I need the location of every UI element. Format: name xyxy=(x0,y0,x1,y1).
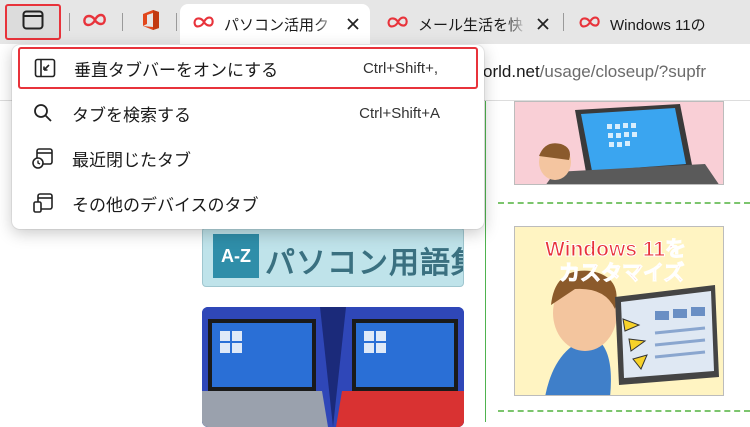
menu-item-label: その他のデバイスのタブ xyxy=(72,195,259,215)
pinned-tab-office[interactable] xyxy=(132,6,170,38)
glossary-banner[interactable]: A-Z パソコン用語集 xyxy=(202,227,464,287)
tab-separator xyxy=(122,13,123,31)
tab-actions-button[interactable] xyxy=(5,4,61,40)
menu-item-recently-closed-tabs[interactable]: 最近閉じたタブ xyxy=(18,137,478,179)
tab[interactable]: Windows 11の xyxy=(566,4,750,44)
fmv-logo-icon xyxy=(82,11,108,34)
menu-item-search-tabs[interactable]: タブを検索する Ctrl+Shift+A xyxy=(18,92,478,134)
menu-item-tabs-from-other-devices[interactable]: その他のデバイスのタブ xyxy=(18,182,478,224)
tab-title: メール生活を快 xyxy=(418,16,524,34)
vertical-tabs-icon xyxy=(22,10,44,35)
glossary-badge: A-Z xyxy=(213,234,259,278)
other-devices-icon xyxy=(32,192,54,214)
pinned-tab-fmv[interactable] xyxy=(76,6,114,38)
fmv-logo-icon xyxy=(192,14,216,34)
tab[interactable]: メール生活を快 xyxy=(374,4,560,44)
menu-item-label: タブを検索する xyxy=(72,105,191,125)
menu-item-shortcut: Ctrl+Shift+A xyxy=(359,104,440,122)
promo-text-line-2: カスタマイズ xyxy=(558,262,685,286)
laptop-photo[interactable] xyxy=(202,307,464,427)
article-thumbnail-windows11-customize[interactable]: Windows 11を カスタマイズ xyxy=(514,226,724,396)
tab-separator xyxy=(176,13,177,31)
tab-separator xyxy=(563,13,564,31)
tab-strip: パソコン活用ク メール生活を快 Windows 11の xyxy=(0,0,750,44)
vertical-tabs-icon xyxy=(34,57,56,79)
office-logo-icon xyxy=(141,9,161,36)
section-divider xyxy=(498,410,750,412)
address-bar-url[interactable]: orld.net/usage/closeup/?supfr xyxy=(483,62,706,82)
search-icon xyxy=(32,102,54,124)
close-icon[interactable] xyxy=(534,15,552,33)
tab-actions-menu: 垂直タブバーをオンにする Ctrl+Shift+, タブを検索する Ctrl+S… xyxy=(12,45,484,229)
glossary-banner-text: パソコン用語集 xyxy=(265,247,464,280)
menu-item-turn-on-vertical-tabs[interactable]: 垂直タブバーをオンにする Ctrl+Shift+, xyxy=(18,47,478,89)
url-path: /usage/closeup/?supfr xyxy=(539,62,707,81)
fmv-logo-icon xyxy=(578,14,602,34)
tab-title: Windows 11の xyxy=(610,16,706,34)
fmv-logo-icon xyxy=(386,14,410,34)
url-host: orld.net xyxy=(483,62,540,81)
tab-title: パソコン活用ク xyxy=(224,16,330,34)
menu-item-shortcut: Ctrl+Shift+, xyxy=(362,59,438,77)
section-divider xyxy=(498,202,750,204)
close-icon[interactable] xyxy=(344,15,362,33)
column-divider xyxy=(485,101,486,422)
tab-active[interactable]: パソコン活用ク xyxy=(180,4,370,44)
menu-item-label: 垂直タブバーをオンにする xyxy=(74,60,279,80)
recently-closed-icon xyxy=(32,147,54,169)
article-thumbnail[interactable] xyxy=(514,101,724,185)
tab-separator xyxy=(69,13,70,31)
menu-item-label: 最近閉じたタブ xyxy=(72,150,191,170)
